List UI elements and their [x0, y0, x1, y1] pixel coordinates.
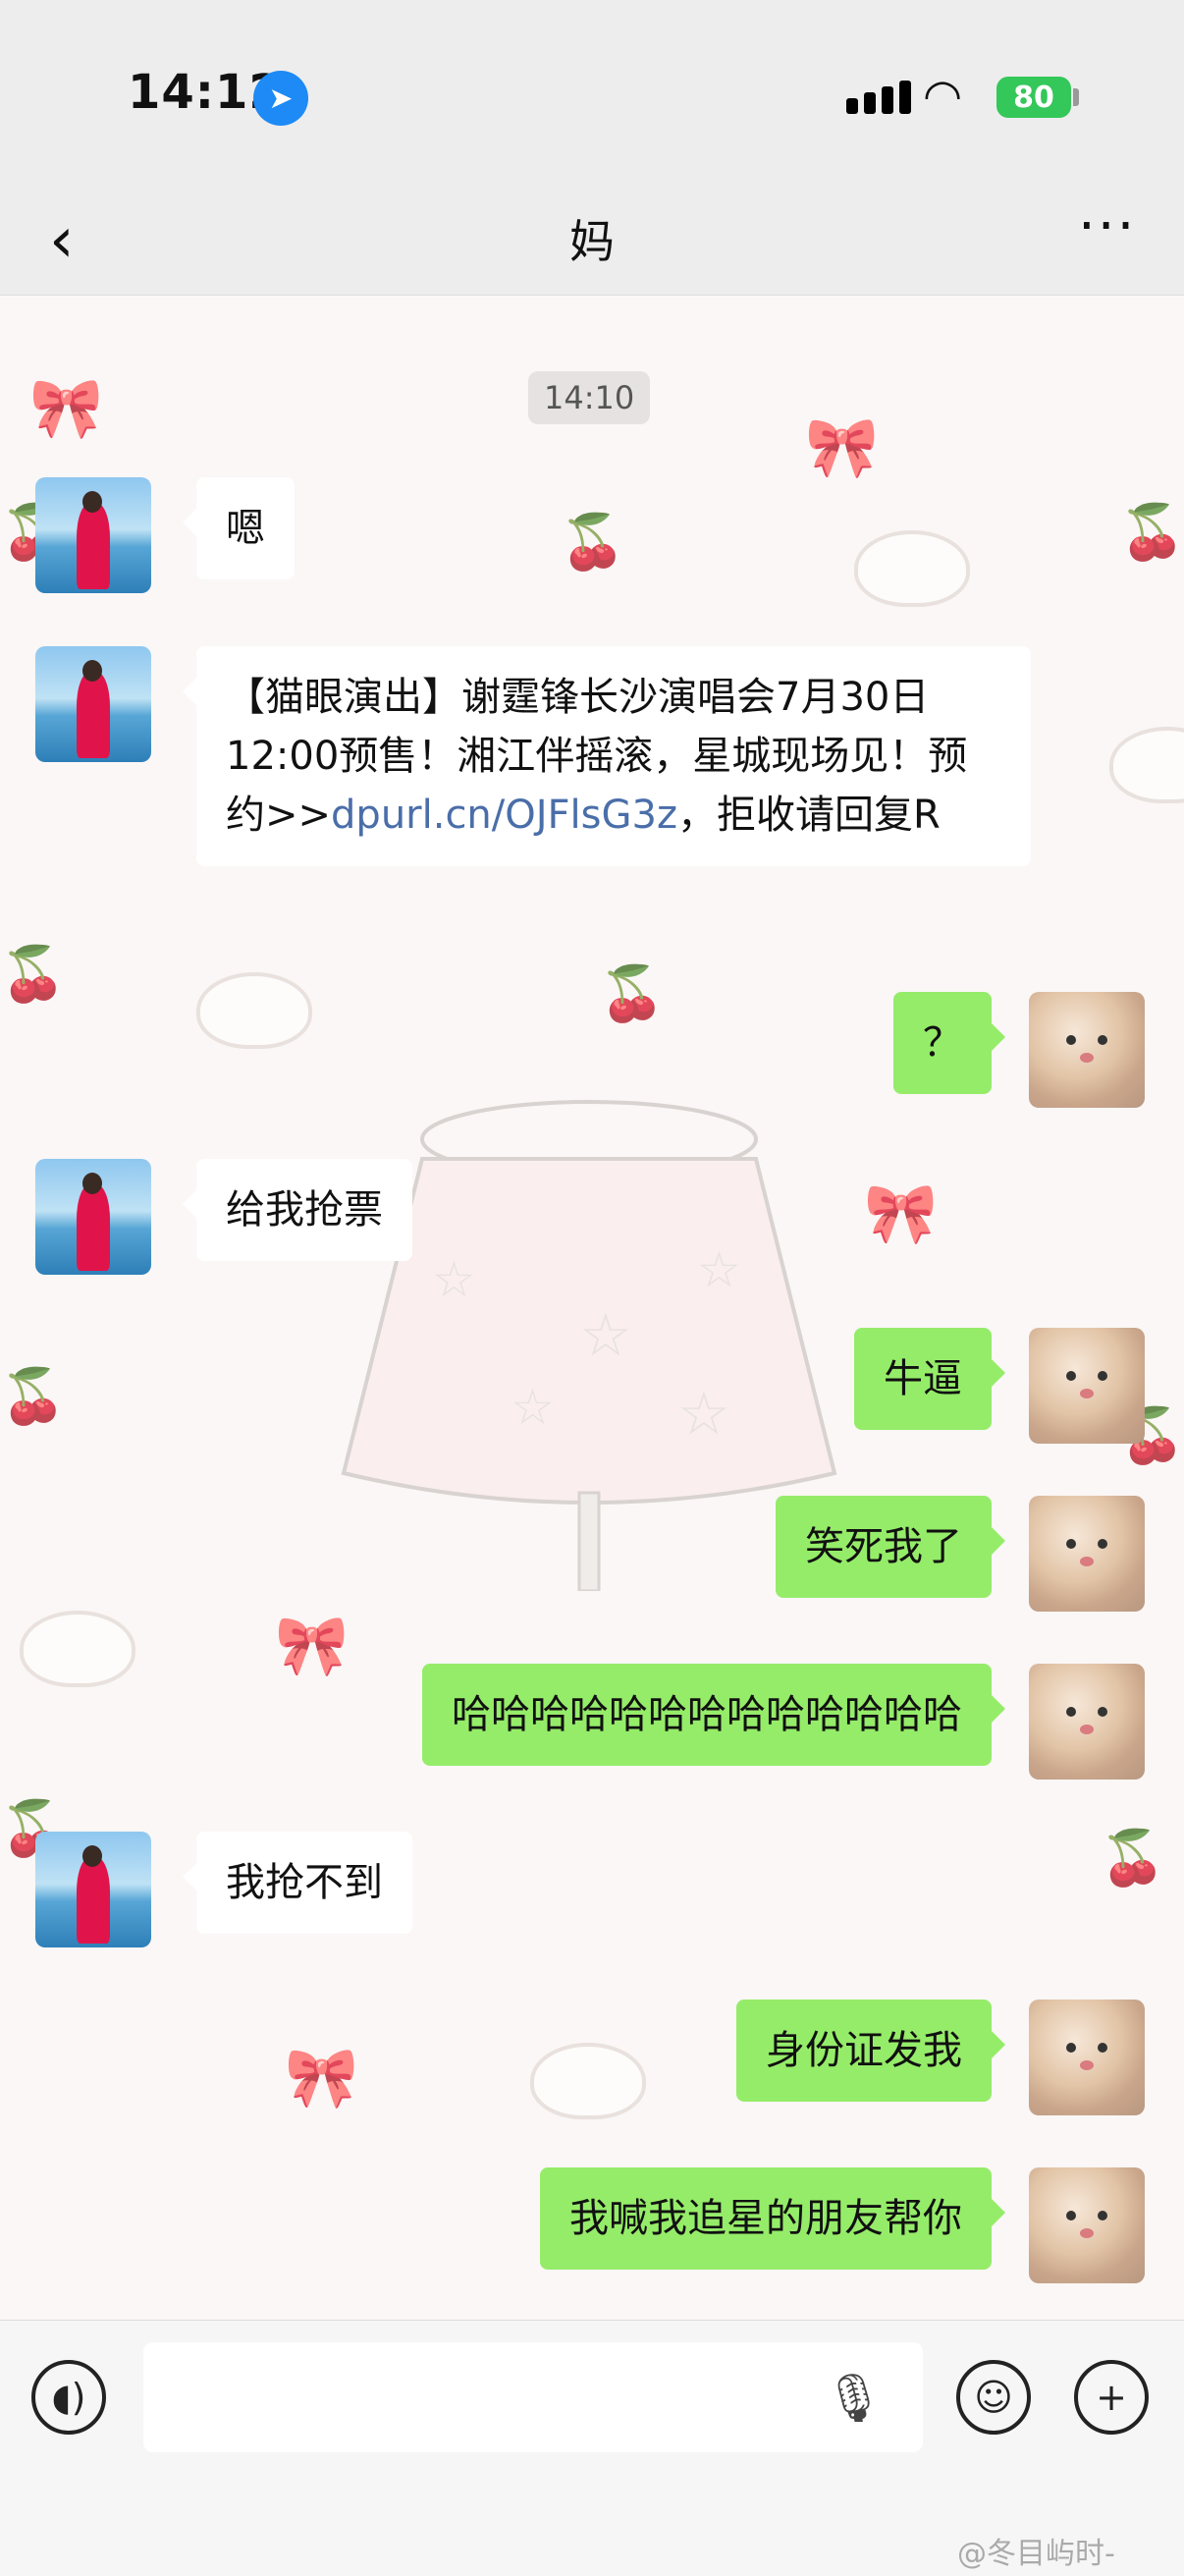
svg-text:☆: ☆ [432, 1251, 476, 1308]
cherry-decoration: 🍒 [1100, 1827, 1166, 1889]
message-bubble-sent[interactable]: ？ [893, 992, 1005, 1094]
message-text: ，拒收请回复R [676, 793, 941, 838]
avatar-eye [1098, 1707, 1107, 1717]
avatar-eye [1066, 1035, 1076, 1045]
message-bubble-sent[interactable]: 我喊我追星的朋友帮你 [540, 2167, 1005, 2270]
message-bubble-received[interactable]: 嗯 [183, 477, 295, 579]
avatar-mouth [1080, 2060, 1094, 2070]
bow-decoration: 🎀 [285, 2044, 358, 2112]
svg-text:☆: ☆ [697, 1241, 741, 1298]
chat-header: ‹ 妈 ··· [0, 177, 1184, 296]
avatar-mouth [1080, 1053, 1094, 1063]
kitty-decoration [196, 972, 312, 1049]
message-text: 哈哈哈哈哈哈哈哈哈哈哈哈哈 [452, 1692, 962, 1737]
cherry-decoration: 🍒 [560, 511, 626, 573]
bow-decoration: 🎀 [29, 374, 103, 443]
avatar-self[interactable] [1029, 992, 1145, 1108]
message-text: 给我抢票 [226, 1187, 383, 1233]
svg-text:☆: ☆ [511, 1379, 555, 1436]
watermark: @冬目屿时- [957, 2537, 1115, 2571]
message-bubble-sent[interactable]: 身份证发我 [736, 2000, 1005, 2102]
avatar-mom[interactable] [35, 1159, 151, 1275]
chat-title: 妈 [569, 215, 615, 268]
message-text: 身份证发我 [766, 2028, 962, 2073]
battery-icon: 80 [996, 77, 1071, 118]
message-bubble-received[interactable]: 我抢不到 [183, 1832, 412, 1934]
message-link[interactable]: dpurl.cn/OJFlsG3z [331, 793, 677, 838]
message-timestamp: 14:10 [528, 371, 651, 424]
avatar-eye [1066, 2211, 1076, 2220]
bow-decoration: 🎀 [805, 413, 879, 482]
microphone-icon[interactable]: 🎙 [824, 2370, 884, 2426]
message-text: 笑死我了 [805, 1524, 962, 1569]
kitty-decoration [20, 1611, 135, 1687]
avatar-self[interactable] [1029, 2167, 1145, 2283]
message-text: 我抢不到 [226, 1860, 383, 1905]
avatar-mouth [1080, 1389, 1094, 1398]
avatar-mouth [1080, 2228, 1094, 2238]
message-bubble-received[interactable]: 【猫眼演出】谢霆锋长沙演唱会7月30日12:00预售！湘江伴摇滚，星城现场见！预… [183, 646, 1031, 866]
message-input[interactable]: 🎙 [143, 2342, 923, 2452]
avatar-eye [1098, 2043, 1107, 2053]
battery-cap [1073, 88, 1079, 106]
cherry-decoration: 🍒 [1119, 501, 1184, 563]
avatar-mom[interactable] [35, 646, 151, 762]
avatar-eye [1098, 1371, 1107, 1381]
cherry-decoration: 🍒 [0, 943, 67, 1005]
avatar-mouth [1080, 1557, 1094, 1566]
avatar-eye [1066, 1371, 1076, 1381]
kitty-decoration [854, 530, 970, 607]
avatar-eye [1098, 2211, 1107, 2220]
message-text: ？ [923, 1020, 962, 1066]
avatar-self[interactable] [1029, 1664, 1145, 1780]
avatar-eye [1066, 2043, 1076, 2053]
emoji-icon[interactable]: ☺ [956, 2360, 1031, 2435]
message-bubble-sent[interactable]: 笑死我了 [776, 1496, 1005, 1598]
cherry-decoration: 🍒 [599, 962, 666, 1024]
location-arrow-icon: ➤ [253, 71, 308, 126]
avatar-self[interactable] [1029, 1496, 1145, 1612]
cherry-decoration: 🍒 [0, 1365, 67, 1427]
chat-wallpaper: 🎀 🍒 🍒 🎀 🍒 🍒 🍒 🎀 🍒 🍒 🎀 🍒 🍒 🎀 ☆ ☆ ☆ ☆ ☆ [0, 295, 1184, 2320]
avatar-eye [1098, 1035, 1107, 1045]
avatar-eye [1066, 1539, 1076, 1549]
avatar-mom[interactable] [35, 477, 151, 593]
message-text: 我喊我追星的朋友帮你 [569, 2196, 962, 2241]
bow-decoration: 🎀 [275, 1612, 349, 1680]
avatar-mouth [1080, 1725, 1094, 1734]
message-bubble-sent[interactable]: 哈哈哈哈哈哈哈哈哈哈哈哈哈 [422, 1664, 1005, 1766]
svg-text:☆: ☆ [677, 1380, 730, 1449]
message-bubble-received[interactable]: 给我抢票 [183, 1159, 412, 1261]
avatar-self[interactable] [1029, 1328, 1145, 1444]
avatar-self[interactable] [1029, 2000, 1145, 2115]
battery-level: 80 [1013, 80, 1054, 115]
kitty-decoration [530, 2043, 646, 2119]
plus-icon[interactable]: + [1074, 2360, 1149, 2435]
signal-icon [846, 81, 911, 114]
avatar-eye [1098, 1539, 1107, 1549]
message-bubble-sent[interactable]: 牛逼 [854, 1328, 1005, 1430]
avatar-eye [1066, 1707, 1076, 1717]
avatar-mom[interactable] [35, 1832, 151, 1947]
wifi-icon: ◠ [923, 69, 963, 122]
message-text: 牛逼 [884, 1356, 962, 1401]
status-bar: 14:12 ➤ ◠ 80 [0, 0, 1184, 177]
message-text: 嗯 [226, 506, 265, 551]
voice-icon[interactable]: ◖) [31, 2360, 106, 2435]
more-icon[interactable]: ··· [1078, 194, 1136, 258]
kitty-decoration [1109, 727, 1184, 803]
svg-text:☆: ☆ [579, 1301, 632, 1370]
